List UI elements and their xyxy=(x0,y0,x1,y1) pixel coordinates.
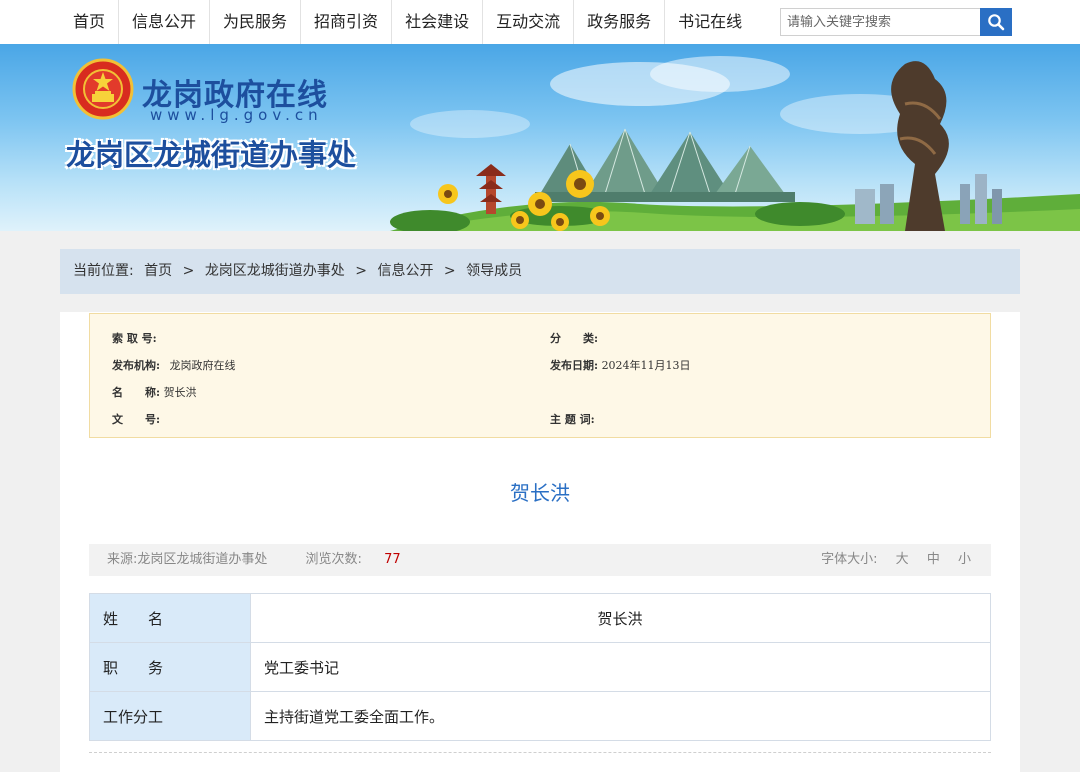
national-emblem-icon xyxy=(72,58,134,120)
article-title: 贺长洪 xyxy=(510,481,570,505)
font-size-small-button[interactable]: 小 xyxy=(958,552,971,567)
meta-publisher-value: 龙岗政府在线 xyxy=(169,359,236,372)
search-input[interactable] xyxy=(781,9,993,35)
meta-category-label: 分 类: xyxy=(550,332,599,345)
search-box xyxy=(780,8,1012,36)
source-value: 龙岗区龙城街道办事处 xyxy=(137,552,268,567)
nav-item-social-construction[interactable]: 社会建设 xyxy=(392,0,484,44)
nav-item-interaction[interactable]: 互动交流 xyxy=(483,0,575,44)
search-button[interactable] xyxy=(980,8,1012,36)
breadcrumb-item-office[interactable]: 龙岗区龙城街道办事处 xyxy=(205,263,345,279)
site-url: www.lg.gov.cn xyxy=(150,106,323,124)
breadcrumb: 当前位置: 首页 > 龙岗区龙城街道办事处 > 信息公开 > 领导成员 xyxy=(60,249,1020,294)
meta-index-label: 索 取 号: xyxy=(112,332,157,345)
nav-item-secretary-online[interactable]: 书记在线 xyxy=(665,0,755,44)
font-size-switcher: 字体大小: 大 中 小 xyxy=(821,544,971,576)
main-content: 索 取 号: 分 类: 发布机构: 龙岗政府在线 发布日期: 2024年11月1… xyxy=(60,312,1020,772)
meta-topic-label: 主 题 词: xyxy=(550,413,595,426)
profile-value-name: 贺长洪 xyxy=(250,593,991,643)
meta-name-label: 名 称: xyxy=(112,386,161,399)
views-count: 77 xyxy=(384,552,401,567)
font-size-large-button[interactable]: 大 xyxy=(896,552,909,567)
nav-item-home[interactable]: 首页 xyxy=(60,0,120,44)
meta-date-value: 2024年11月13日 xyxy=(601,359,691,372)
breadcrumb-item-home[interactable]: 首页 xyxy=(144,263,172,279)
source-label: 来源: xyxy=(107,552,138,567)
table-row: 姓 名 贺长洪 xyxy=(89,593,991,643)
profile-key-duties: 工作分工 xyxy=(89,691,251,741)
breadcrumb-item-leaders[interactable]: 领导成员 xyxy=(466,263,522,279)
header-banner: 龙岗政府在线 www.lg.gov.cn 龙岗区龙城街道办事处 xyxy=(0,44,1080,231)
top-nav-bar: 首页 信息公开 为民服务 招商引资 社会建设 互动交流 政务服务 书记在线 xyxy=(0,0,1080,44)
article-info-bar: 来源:龙岗区龙城街道办事处 浏览次数: 77 字体大小: 大 中 小 xyxy=(89,544,991,576)
table-row: 工作分工 主持街道党工委全面工作。 xyxy=(89,691,991,741)
meta-docno-label: 文 号: xyxy=(112,413,161,426)
breadcrumb-separator: > xyxy=(355,263,367,279)
profile-value-position: 党工委书记 xyxy=(250,642,991,692)
divider xyxy=(89,752,991,753)
nav-item-investment[interactable]: 招商引资 xyxy=(301,0,393,44)
profile-table: 姓 名 贺长洪 职 务 党工委书记 工作分工 主持街道党工委全面工作。 xyxy=(89,593,991,741)
profile-value-duties: 主持街道党工委全面工作。 xyxy=(250,691,991,741)
table-row: 职 务 党工委书记 xyxy=(89,642,991,692)
profile-key-name: 姓 名 xyxy=(89,593,251,643)
meta-name-value: 贺长洪 xyxy=(163,386,197,399)
breadcrumb-item-info[interactable]: 信息公开 xyxy=(377,263,433,279)
nav-item-gov-service[interactable]: 政务服务 xyxy=(574,0,666,44)
breadcrumb-separator: > xyxy=(182,263,195,279)
document-meta-box: 索 取 号: 分 类: 发布机构: 龙岗政府在线 发布日期: 2024年11月1… xyxy=(89,313,991,438)
meta-publisher-label: 发布机构: xyxy=(112,359,161,372)
views-label: 浏览次数: xyxy=(305,552,362,567)
breadcrumb-separator: > xyxy=(443,263,456,279)
font-size-medium-button[interactable]: 中 xyxy=(927,552,940,567)
font-size-label: 字体大小: xyxy=(821,552,878,567)
search-icon xyxy=(988,14,1005,31)
nav-item-info-disclosure[interactable]: 信息公开 xyxy=(119,0,211,44)
nav-item-public-service[interactable]: 为民服务 xyxy=(210,0,302,44)
profile-key-position: 职 务 xyxy=(89,642,251,692)
meta-date-label: 发布日期: xyxy=(550,359,599,372)
office-name: 龙岗区龙城街道办事处 xyxy=(66,138,357,172)
breadcrumb-prefix: 当前位置: xyxy=(73,263,134,279)
